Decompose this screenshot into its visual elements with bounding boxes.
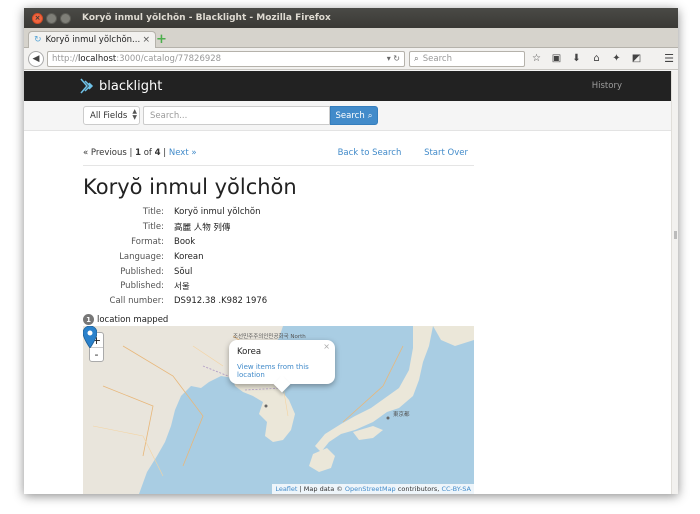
attribution-contributors: contributors, bbox=[397, 485, 440, 493]
tab-strip: ↻ Koryŏ inmul yŏlchŏn... × + bbox=[24, 28, 678, 48]
metadata-row: Language: Korean bbox=[83, 249, 383, 264]
search-field-select[interactable]: All Fields ▲ ▼ bbox=[83, 106, 140, 125]
back-to-search-link[interactable]: Back to Search bbox=[338, 148, 402, 158]
field-label: Title: bbox=[142, 222, 164, 233]
page-content: blacklight History All Fields ▲ ▼ Search.… bbox=[24, 71, 678, 494]
search-button-label: Search bbox=[335, 110, 365, 121]
field-label: Title: bbox=[142, 207, 164, 218]
previous-label: « Previous bbox=[83, 148, 127, 158]
attribution-text: | Map data © bbox=[299, 485, 343, 493]
field-value: Sŏul bbox=[174, 266, 193, 277]
home-icon[interactable]: ⌂ bbox=[591, 53, 602, 64]
metadata-row: Published: Sŏul bbox=[83, 264, 383, 279]
field-value: 高麗 人物 列傳 bbox=[174, 223, 231, 234]
window-title: Koryŏ inmul yŏlchŏn - Blacklight - Mozil… bbox=[82, 13, 331, 23]
hamburger-menu-icon[interactable]: ☰ bbox=[664, 52, 674, 65]
field-label: Format: bbox=[131, 236, 164, 247]
download-icon[interactable]: ⬇ bbox=[571, 53, 582, 64]
back-button[interactable]: ◀ bbox=[28, 50, 44, 67]
field-value: 서울 bbox=[174, 282, 190, 293]
field-label: Published: bbox=[120, 266, 164, 277]
popup-close-button[interactable]: × bbox=[323, 342, 330, 351]
search-input[interactable]: Search... bbox=[143, 106, 330, 125]
brand-name: blacklight bbox=[99, 78, 163, 94]
map-marker-icon[interactable] bbox=[83, 326, 97, 348]
search-row: All Fields ▲ ▼ Search... Search ⌕ bbox=[24, 101, 678, 131]
close-window-button[interactable]: × bbox=[32, 12, 43, 24]
clipboard-icon[interactable]: ▣ bbox=[551, 53, 562, 64]
metadata-row: Call number: DS912.38 .K982 1976 bbox=[83, 294, 383, 309]
search-button[interactable]: Search ⌕ bbox=[330, 106, 378, 125]
metadata-row: Title: 高麗 人物 列傳 bbox=[83, 220, 383, 235]
toolbar-icons: ☆ ▣ ⬇ ⌂ ✦ ◩ bbox=[531, 53, 642, 64]
search-field-value: All Fields bbox=[90, 110, 128, 121]
current-position: 1 bbox=[135, 148, 142, 158]
url-prefix: http:// bbox=[52, 53, 79, 64]
location-count-badge: 1 bbox=[83, 314, 94, 325]
page-title: Koryŏ inmul yŏlchŏn bbox=[83, 175, 297, 199]
select-arrows-icon: ▲ ▼ bbox=[132, 108, 137, 121]
field-label: Language: bbox=[119, 251, 164, 262]
page-favicon-icon: ↻ bbox=[34, 35, 42, 45]
map-label-north: 조선민주주의인민공화국 North bbox=[233, 334, 306, 340]
magnifier-icon: ⌕ bbox=[367, 110, 373, 121]
history-link[interactable]: History bbox=[592, 81, 622, 91]
field-value: Koryŏ inmul yŏlchŏn bbox=[174, 207, 261, 218]
field-value: DS912.38 .K982 1976 bbox=[174, 296, 268, 307]
browser-search-placeholder: Search bbox=[422, 53, 452, 64]
search-icon: ⌕ bbox=[414, 53, 419, 64]
pocket-icon[interactable]: ◩ bbox=[631, 53, 642, 64]
scrollbar[interactable] bbox=[671, 71, 678, 494]
field-value: Korean bbox=[174, 251, 204, 262]
openstreetmap-link[interactable]: OpenStreetMap bbox=[345, 485, 396, 493]
leaflet-link[interactable]: Leaflet bbox=[275, 485, 297, 493]
metadata-row: Title: Koryŏ inmul yŏlchŏn bbox=[83, 205, 383, 220]
tab-label: Koryŏ inmul yŏlchŏn... bbox=[45, 35, 141, 45]
field-label: Call number: bbox=[109, 296, 164, 307]
blacklight-logo[interactable]: blacklight bbox=[78, 77, 162, 95]
maximize-window-button[interactable] bbox=[60, 12, 71, 24]
search-placeholder: Search... bbox=[150, 110, 188, 121]
site-header: blacklight History bbox=[24, 71, 678, 101]
record-metadata: Title: Koryŏ inmul yŏlchŏn Title: 高麗 人物 列傳… bbox=[83, 205, 383, 309]
url-bar[interactable]: http://localhost:3000/catalog/77826928 ▾… bbox=[47, 50, 405, 67]
field-label: Published: bbox=[120, 281, 164, 292]
url-host: localhost bbox=[78, 53, 117, 64]
browser-search-input[interactable]: ⌕ Search bbox=[409, 50, 525, 67]
map-attribution: Leaflet | Map data © OpenStreetMap contr… bbox=[272, 484, 474, 494]
locations-mapped: 1 location mapped bbox=[83, 314, 168, 325]
location-count-label: location mapped bbox=[97, 314, 169, 325]
bookmark-star-icon[interactable]: ☆ bbox=[531, 53, 542, 64]
blacklight-logo-icon bbox=[80, 78, 94, 94]
map-label-tokyo: 東京都 bbox=[393, 412, 410, 418]
of-text: of bbox=[143, 148, 152, 158]
minimize-window-button[interactable] bbox=[46, 12, 57, 24]
url-path: :3000/catalog/77826928 bbox=[116, 53, 222, 64]
pager-separator: | bbox=[163, 148, 167, 158]
field-value: Book bbox=[174, 236, 196, 247]
tab-close-icon[interactable]: × bbox=[142, 35, 150, 45]
metadata-row: Published: 서울 bbox=[83, 279, 383, 294]
start-over-link[interactable]: Start Over bbox=[424, 148, 468, 158]
pager-separator: | bbox=[129, 148, 133, 158]
license-link[interactable]: CC-BY-SA bbox=[441, 485, 471, 493]
zoom-out-button[interactable]: - bbox=[90, 347, 103, 361]
location-map[interactable]: 조선민주주의인민공화국 North 東京都 + - × Korea View i… bbox=[83, 326, 474, 494]
reload-icon[interactable]: ▾ ↻ bbox=[387, 54, 400, 63]
title-bar: × Koryŏ inmul yŏlchŏn - Blacklight - Moz… bbox=[24, 8, 678, 28]
total-count: 4 bbox=[154, 148, 161, 158]
result-pager: « Previous | 1 of 4 | Next » Back to Sea… bbox=[83, 146, 474, 166]
new-tab-button[interactable]: + bbox=[156, 32, 167, 47]
next-link[interactable]: Next » bbox=[169, 148, 197, 158]
extension-icon[interactable]: ✦ bbox=[611, 53, 622, 64]
browser-window: × Koryŏ inmul yŏlchŏn - Blacklight - Moz… bbox=[24, 8, 678, 494]
tab-current[interactable]: ↻ Koryŏ inmul yŏlchŏn... × bbox=[28, 31, 156, 48]
map-popup: × Korea View items from this location bbox=[229, 340, 335, 393]
navigation-bar: ◀ http://localhost:3000/catalog/77826928… bbox=[24, 48, 678, 70]
popup-title: Korea bbox=[237, 347, 262, 357]
metadata-row: Format: Book bbox=[83, 235, 383, 250]
